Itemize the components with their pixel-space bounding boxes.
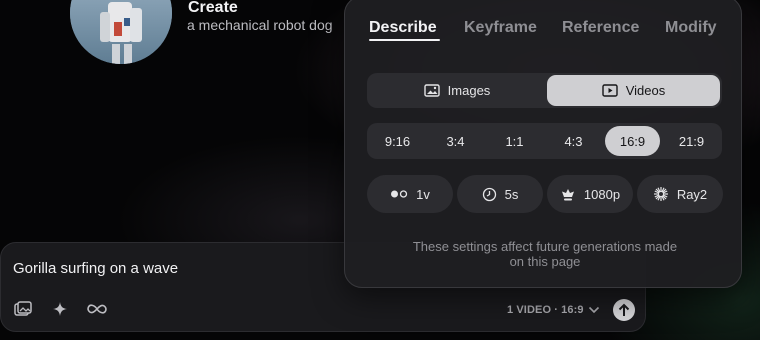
resolution-label: 1080p xyxy=(583,186,621,202)
count-dots-icon xyxy=(391,190,408,198)
sparkle-icon[interactable] xyxy=(49,298,71,320)
settings-note: These settings affect future generations… xyxy=(412,239,678,269)
ray-icon xyxy=(653,187,668,201)
tab-describe[interactable]: Describe xyxy=(369,19,437,37)
ratio-3-4[interactable]: 3:4 xyxy=(428,126,483,156)
image-upload-icon[interactable] xyxy=(12,298,34,320)
ratio-4-3[interactable]: 4:3 xyxy=(546,126,601,156)
prompt-input[interactable]: Gorilla surfing on a wave xyxy=(13,260,178,277)
images-label: Images xyxy=(447,83,491,98)
ratio-1-1[interactable]: 1:1 xyxy=(487,126,542,156)
video-icon xyxy=(602,84,618,97)
duration-button[interactable]: 5s xyxy=(457,175,543,213)
resolution-button[interactable]: 1080p xyxy=(547,175,633,213)
image-icon xyxy=(423,84,440,97)
output-summary-label: 1 VIDEO · 16:9 xyxy=(507,304,584,316)
arrow-up-icon xyxy=(618,303,630,316)
model-label: Ray2 xyxy=(676,186,708,202)
ratio-16-9[interactable]: 16:9 xyxy=(605,126,660,156)
settings-panel: Describe Keyframe Reference Modify Image… xyxy=(344,0,742,288)
duration-label: 5s xyxy=(504,186,519,202)
quality-icon xyxy=(561,188,574,200)
ratio-9-16[interactable]: 9:16 xyxy=(370,126,425,156)
active-tab-indicator xyxy=(369,39,440,41)
videos-label: Videos xyxy=(625,83,666,98)
video-count-label: 1v xyxy=(416,186,430,202)
tab-keyframe[interactable]: Keyframe xyxy=(464,19,537,37)
chevron-down-icon xyxy=(588,306,599,314)
page-title: Create xyxy=(188,0,238,16)
images-button[interactable]: Images xyxy=(369,75,545,106)
ratio-21-9[interactable]: 21:9 xyxy=(664,126,719,156)
submit-button[interactable] xyxy=(613,299,635,321)
video-count-button[interactable]: 1v xyxy=(367,175,453,213)
aspect-ratio-selector: 9:16 3:4 1:1 4:3 16:9 21:9 xyxy=(367,123,722,159)
videos-button[interactable]: Videos xyxy=(547,75,720,106)
infinity-icon[interactable] xyxy=(85,298,109,320)
model-button[interactable]: Ray2 xyxy=(637,175,723,213)
tab-modify[interactable]: Modify xyxy=(665,19,717,37)
tab-reference[interactable]: Reference xyxy=(562,19,639,37)
media-type-toggle: Images Videos xyxy=(367,73,722,108)
page-subtitle: a mechanical robot dog xyxy=(187,17,333,33)
clock-icon xyxy=(482,187,496,201)
output-summary-dropdown[interactable]: 1 VIDEO · 16:9 xyxy=(507,304,600,316)
